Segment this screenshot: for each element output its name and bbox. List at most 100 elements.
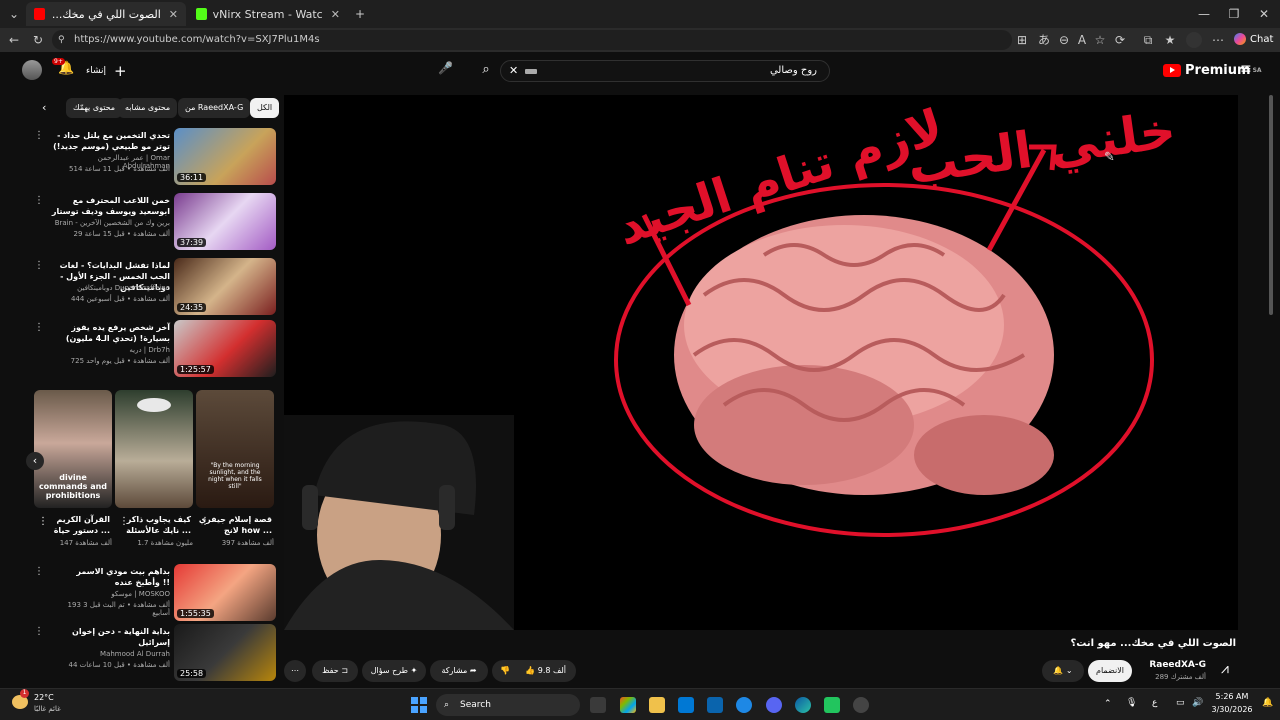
discord-icon[interactable]: [766, 697, 782, 713]
app-icon[interactable]: [736, 697, 752, 713]
more-actions-icon[interactable]: ⋮: [34, 130, 44, 141]
new-tab-icon[interactable]: +: [352, 6, 368, 22]
notification-center-icon[interactable]: 🔔: [1262, 698, 1273, 708]
more-actions-icon[interactable]: ⋮: [38, 516, 48, 527]
more-actions-icon[interactable]: ⋮: [34, 260, 44, 271]
chip-from-channel[interactable]: من RaeedXA-G: [178, 98, 251, 118]
address-input[interactable]: ⚲ https://www.youtube.com/watch?v=SXJ7Pl…: [52, 30, 1012, 50]
share-button[interactable]: مشاركة ➦: [430, 660, 488, 682]
profile-avatar[interactable]: [1186, 32, 1202, 48]
subscribed-button[interactable]: 🔔 ⌄: [1042, 660, 1084, 682]
short-thumbnail[interactable]: "By the morning sunlight, and the night …: [196, 390, 274, 508]
extensions-icon[interactable]: ⟳: [1112, 32, 1128, 48]
close-window-icon[interactable]: ✕: [1256, 6, 1272, 22]
short-item[interactable]: "By the morning sunlight, and the night …: [196, 390, 274, 547]
translate-icon[interactable]: あ: [1036, 32, 1052, 48]
outlook-icon[interactable]: [707, 697, 723, 713]
account-avatar[interactable]: [22, 60, 42, 80]
chip-similar[interactable]: محتوى مشابه: [118, 98, 178, 118]
tab-actions-icon[interactable]: ⌄: [6, 6, 22, 22]
store-icon[interactable]: [678, 697, 694, 713]
zoom-icon[interactable]: ⊖: [1056, 32, 1072, 48]
channel-name[interactable]: موسكو | MOSKOO: [50, 590, 170, 598]
recommendation-item[interactable]: ⋮ خمن اللاعب المحترف مع ابوسعيد ويوسف ود…: [34, 193, 276, 253]
recommendation-item[interactable]: ⋮ آخر شخص يرفع يده يفوز بسيارة! (تحدي ال…: [34, 320, 276, 380]
favorite-icon[interactable]: ☆: [1092, 32, 1108, 48]
chip-all[interactable]: الكل: [250, 98, 280, 118]
dislike-button[interactable]: 👎: [500, 660, 510, 682]
more-actions-icon[interactable]: ⋮: [34, 322, 44, 333]
more-actions-icon[interactable]: ⋯: [284, 660, 306, 682]
volume-icon[interactable]: 🔊: [1192, 698, 1203, 708]
recommendation-item[interactable]: ⋮ بداهم بيت مودي الاسمر وأطبخ عنده !! مو…: [34, 564, 276, 624]
tab-youtube[interactable]: الصوت اللي في مخك... مهو انت؟ ✕: [26, 2, 186, 26]
copilot-taskbar-icon[interactable]: [620, 697, 636, 713]
close-tab-icon[interactable]: ✕: [331, 8, 340, 21]
channel-name[interactable]: دوبامينكافين Dupamicaffeine: [50, 284, 170, 292]
clear-search-icon[interactable]: ✕: [509, 61, 518, 81]
video-title[interactable]: بداهم بيت مودي الاسمر وأطبخ عنده !!: [50, 566, 170, 588]
obs-icon[interactable]: [853, 697, 869, 713]
input-language[interactable]: ع: [1152, 698, 1157, 708]
keyboard-icon[interactable]: [525, 69, 537, 74]
more-actions-icon[interactable]: ⋮: [200, 516, 210, 527]
shelf-prev-icon[interactable]: ‹: [26, 452, 44, 470]
video-title[interactable]: خمن اللاعب المحترف مع ابوسعيد ويوسف وديف…: [50, 195, 170, 217]
join-button[interactable]: الانضمام: [1088, 660, 1132, 682]
app-icon[interactable]: [824, 697, 840, 713]
tray-expand-icon[interactable]: ⌃: [1104, 699, 1112, 709]
ask-button[interactable]: طرح سؤال ✦: [362, 660, 426, 682]
channel-logo-icon[interactable]: ⩘: [1214, 661, 1236, 681]
create-button[interactable]: إنشاء +: [86, 62, 127, 80]
channel-name[interactable]: Mahmood Al Durrah: [50, 650, 170, 658]
chevron-left-icon[interactable]: ‹: [42, 101, 46, 114]
more-actions-icon[interactable]: ⋮: [34, 626, 44, 637]
clock-time[interactable]: 5:26 AM: [1210, 692, 1254, 701]
video-thumbnail[interactable]: 24:35: [174, 258, 276, 315]
hamburger-menu-icon[interactable]: ≡: [1240, 61, 1252, 77]
search-input[interactable]: ✕ روح وصالي: [500, 60, 830, 82]
weather-temperature[interactable]: 22°C: [34, 693, 54, 702]
more-actions-icon[interactable]: ⋮: [119, 516, 129, 527]
minimize-icon[interactable]: —: [1196, 6, 1212, 22]
save-button[interactable]: حفظ ⊐: [312, 660, 358, 682]
refresh-icon[interactable]: ↻: [30, 32, 46, 48]
like-button[interactable]: 👍 9.8 ألف: [525, 660, 566, 682]
network-icon[interactable]: ▭: [1176, 698, 1185, 708]
recommendation-item[interactable]: ⋮ بداية النهاية - دحن إخوان إسرائيل Mahm…: [34, 624, 276, 684]
video-thumbnail[interactable]: 25:58: [174, 624, 276, 681]
short-thumbnail[interactable]: [115, 390, 193, 508]
edge-icon[interactable]: [795, 697, 811, 713]
close-tab-icon[interactable]: ✕: [169, 8, 178, 21]
back-icon[interactable]: ←: [6, 32, 22, 48]
more-actions-icon[interactable]: ⋮: [34, 195, 44, 206]
task-view-icon[interactable]: [590, 697, 606, 713]
taskbar-search-input[interactable]: ⌕ Search: [436, 694, 580, 716]
channel-name[interactable]: دريه | Drb7h: [50, 346, 170, 354]
favorites-icon[interactable]: ★: [1162, 32, 1178, 48]
short-item[interactable]: كيف يجاوب ذاكر نايك عالأسئلة ... 1.7 ملي…: [115, 390, 193, 547]
video-player[interactable]: لازم تنام الجيد خلني الحب ✎: [284, 95, 1238, 630]
chip-for-you[interactable]: محتوى يهمّك: [66, 98, 123, 118]
file-explorer-icon[interactable]: [649, 697, 665, 713]
recommendation-item[interactable]: ⋮ لماذا تفشل البدايات؟ - لغات الحب الخمس…: [34, 258, 276, 318]
channel-name[interactable]: Brain - برين وك من الشخصين الآخرين: [50, 219, 170, 227]
recommendation-item[interactable]: ⋮ تحدي التخمين مع يلتل حداد - توتر مو طب…: [34, 128, 276, 188]
video-title[interactable]: تحدي التخمين مع يلتل حداد - توتر مو طبيع…: [50, 130, 170, 152]
clock-date[interactable]: 3/30/2026: [1210, 705, 1254, 714]
tab-kick[interactable]: vNirx Stream - Watch Live on Kick ✕: [188, 2, 348, 26]
video-thumbnail[interactable]: 36:11: [174, 128, 276, 185]
windows-start-icon[interactable]: [411, 697, 427, 713]
video-thumbnail[interactable]: 1:55:35: [174, 564, 276, 621]
video-title[interactable]: بداية النهاية - دحن إخوان إسرائيل: [50, 626, 170, 648]
video-title[interactable]: آخر شخص يرفع يده يفوز بسيارة! (تحدي الـ4…: [50, 322, 170, 344]
channel-name[interactable]: RaeedXA-G: [1149, 660, 1206, 670]
restore-icon[interactable]: ❐: [1226, 6, 1242, 22]
read-aloud-icon[interactable]: A: [1074, 32, 1090, 48]
more-actions-icon[interactable]: ⋮: [34, 566, 44, 577]
short-thumbnail[interactable]: divine commands and prohibitions: [34, 390, 112, 508]
app-available-icon[interactable]: ⊞: [1014, 32, 1030, 48]
video-thumbnail[interactable]: 1:25:57: [174, 320, 276, 377]
copilot-chat-button[interactable]: Chat: [1234, 33, 1273, 45]
microphone-icon[interactable]: 🎙: [1126, 698, 1137, 708]
